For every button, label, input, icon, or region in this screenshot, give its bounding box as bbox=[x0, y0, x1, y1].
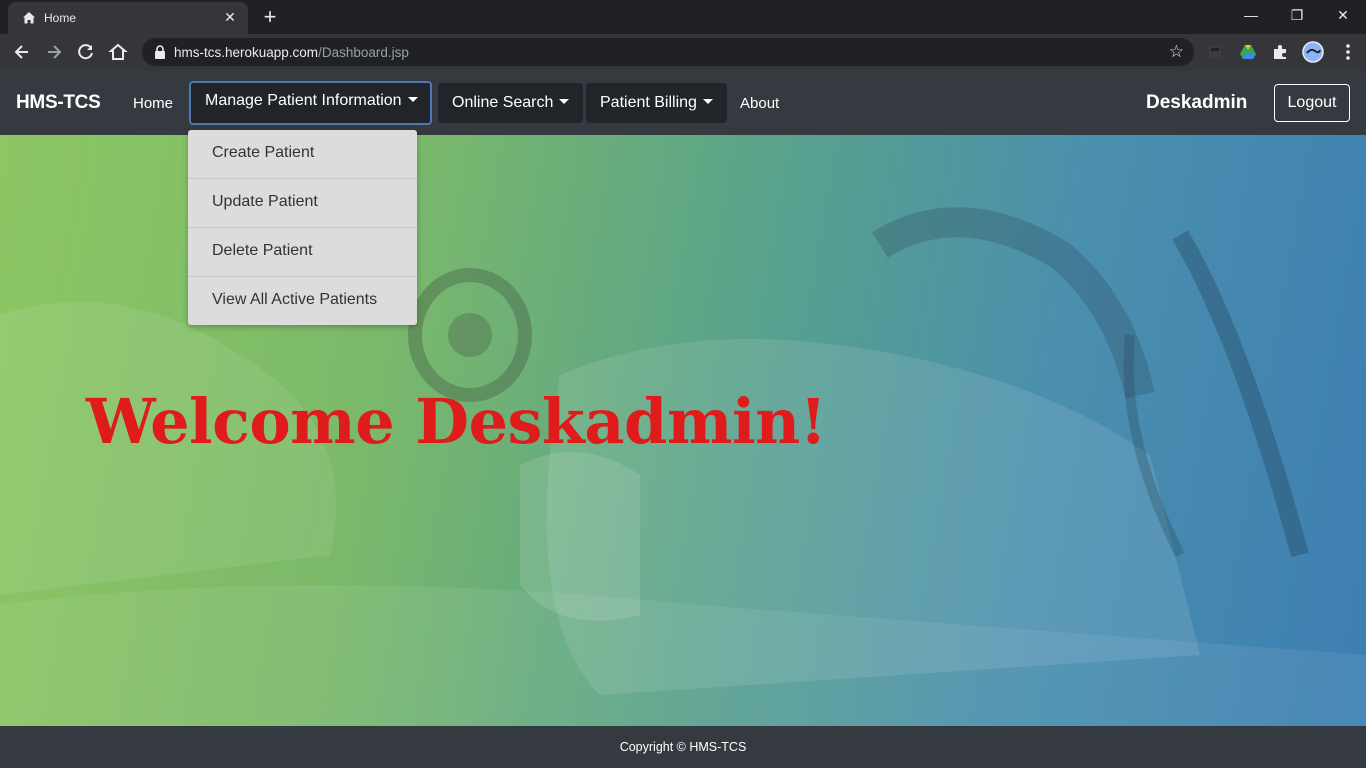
manage-patient-dropdown-button[interactable]: Manage Patient Information bbox=[189, 81, 432, 125]
new-tab-button[interactable]: + bbox=[256, 4, 284, 32]
url-text: hms-tcs.herokuapp.com/Dashboard.jsp bbox=[174, 45, 409, 60]
home-icon bbox=[23, 12, 35, 24]
close-tab-icon[interactable]: ✕ bbox=[222, 9, 238, 25]
manage-patient-label: Manage Patient Information bbox=[205, 92, 402, 109]
reload-icon[interactable] bbox=[72, 38, 100, 66]
nav-about-link[interactable]: About bbox=[740, 95, 779, 112]
dropdown-item-create-patient[interactable]: Create Patient bbox=[188, 130, 417, 179]
close-window-button[interactable]: ✕ bbox=[1320, 0, 1366, 30]
tab-title: Home bbox=[44, 11, 77, 25]
logout-button[interactable]: Logout bbox=[1274, 84, 1350, 122]
caret-down-icon bbox=[702, 99, 713, 104]
forward-icon[interactable] bbox=[40, 38, 68, 66]
extension-icon[interactable] bbox=[1206, 43, 1224, 61]
browser-tab-home[interactable]: Home ✕ bbox=[8, 2, 248, 34]
address-bar[interactable]: hms-tcs.herokuapp.com/Dashboard.jsp ☆ bbox=[142, 38, 1194, 66]
home-icon[interactable] bbox=[104, 38, 132, 66]
caret-down-icon bbox=[407, 97, 418, 102]
restore-button[interactable]: ❐ bbox=[1274, 0, 1320, 30]
copyright-text: Copyright © HMS-TCS bbox=[619, 740, 747, 754]
welcome-heading: Welcome Deskadmin! bbox=[86, 385, 827, 458]
brand-logo[interactable]: HMS-TCS bbox=[16, 92, 101, 114]
patient-billing-label: Patient Billing bbox=[600, 94, 697, 111]
star-icon[interactable]: ☆ bbox=[1169, 42, 1184, 62]
caret-down-icon bbox=[559, 99, 570, 104]
extensions-icon[interactable] bbox=[1271, 43, 1289, 61]
back-icon[interactable] bbox=[8, 38, 36, 66]
patient-billing-dropdown-button[interactable]: Patient Billing bbox=[586, 83, 727, 123]
site-navbar: HMS-TCS Home Manage Patient Information … bbox=[0, 70, 1366, 135]
minimize-button[interactable]: — bbox=[1228, 0, 1274, 30]
online-search-dropdown-button[interactable]: Online Search bbox=[438, 83, 584, 123]
dropdown-item-update-patient[interactable]: Update Patient bbox=[188, 179, 417, 228]
site-footer: Copyright © HMS-TCS bbox=[0, 726, 1366, 768]
current-user-name: Deskadmin bbox=[1146, 92, 1248, 113]
lock-icon bbox=[155, 45, 165, 59]
drive-icon[interactable] bbox=[1239, 43, 1257, 61]
browser-toolbar: hms-tcs.herokuapp.com/Dashboard.jsp ☆ bbox=[0, 34, 1366, 70]
dropdown-item-delete-patient[interactable]: Delete Patient bbox=[188, 228, 417, 277]
dropdown-item-view-all-active-patients[interactable]: View All Active Patients bbox=[188, 277, 417, 326]
online-search-label: Online Search bbox=[452, 94, 554, 111]
browser-tabstrip: Home ✕ + — ❐ ✕ bbox=[0, 0, 1366, 34]
nav-home-link[interactable]: Home bbox=[133, 95, 173, 112]
profile-icon[interactable] bbox=[1302, 41, 1324, 63]
manage-patient-dropdown-menu: Create Patient Update Patient Delete Pat… bbox=[188, 130, 417, 325]
menu-icon[interactable] bbox=[1334, 38, 1362, 66]
